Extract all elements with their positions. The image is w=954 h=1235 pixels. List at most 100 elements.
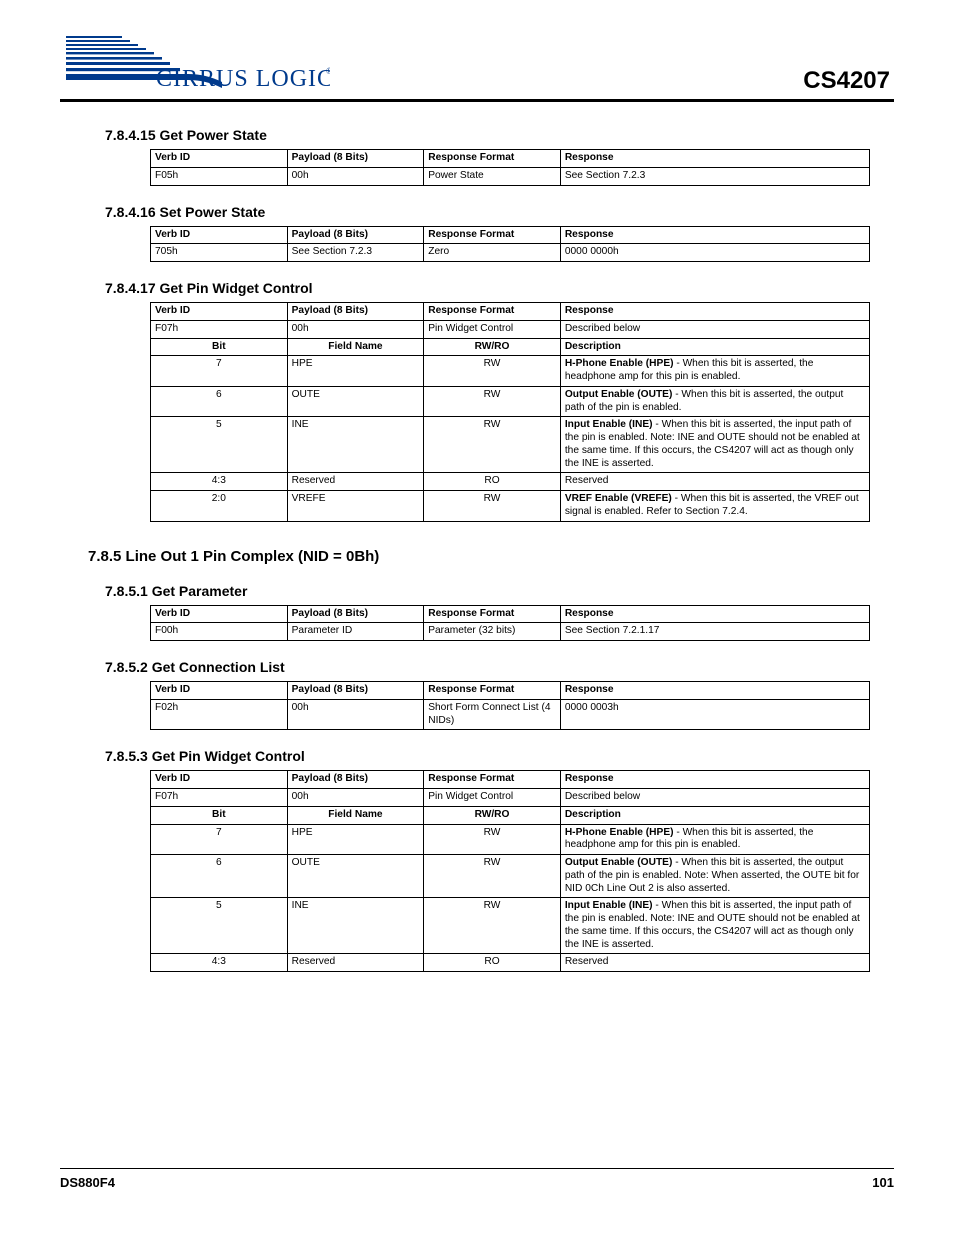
cell: H-Phone Enable (HPE) - When this bit is … [560,356,869,387]
cell: H-Phone Enable (HPE) - When this bit is … [560,824,869,855]
cell: Output Enable (OUTE) - When this bit is … [560,386,869,417]
cell: Pin Widget Control [424,789,561,807]
doc-number: DS880F4 [60,1175,115,1190]
col: Payload (8 Bits) [287,303,424,321]
col: Verb ID [151,682,288,700]
cell: 6 [151,386,288,417]
col: Bit [151,338,288,356]
col: Payload (8 Bits) [287,150,424,168]
table-pin-widget-b-head: Verb ID Payload (8 Bits) Response Format… [150,770,870,972]
cell: 7 [151,356,288,387]
col: Response [560,771,869,789]
cell: Zero [424,244,561,262]
cell: RW [424,417,561,473]
heading-node-b: 7.8.5 Line Out 1 Pin Complex (NID = 0Bh) [60,548,894,565]
col: Response Format [424,150,561,168]
cell: Input Enable (INE) - When this bit is as… [560,417,869,473]
table-row: 4:3ReservedROReserved [151,473,870,491]
col: Payload (8 Bits) [287,682,424,700]
col: Payload (8 Bits) [287,771,424,789]
table-row: 2:0VREFERWVREF Enable (VREFE) - When thi… [151,491,870,522]
cell: Described below [560,789,869,807]
table-set-power-state: Verb ID Payload (8 Bits) Response Format… [150,226,870,263]
table-row: 6OUTERWOutput Enable (OUTE) - When this … [151,855,870,898]
col: Response [560,150,869,168]
cell: RW [424,356,561,387]
table-row: 7HPERWH-Phone Enable (HPE) - When this b… [151,356,870,387]
table-row: 5INERWInput Enable (INE) - When this bit… [151,898,870,954]
table-row: F05h 00h Power State See Section 7.2.3 [151,167,870,185]
col: RW/RO [424,338,561,356]
col: Verb ID [151,226,288,244]
cell: RW [424,898,561,954]
cell: RW [424,824,561,855]
cell: HPE [287,356,424,387]
chip-number: CS4207 [803,67,894,95]
col: RW/RO [424,806,561,824]
col: Response [560,303,869,321]
table-row: 7HPERWH-Phone Enable (HPE) - When this b… [151,824,870,855]
cell: HPE [287,824,424,855]
col: Response [560,682,869,700]
cell: RO [424,473,561,491]
col: Payload (8 Bits) [287,226,424,244]
cell: Input Enable (INE) - When this bit is as… [560,898,869,954]
table-row: 705h See Section 7.2.3 Zero 0000 0000h [151,244,870,262]
cell: Output Enable (OUTE) - When this bit is … [560,855,869,898]
svg-text:CIRRUS LOGIC: CIRRUS LOGIC [156,66,330,92]
col: Bit [151,806,288,824]
cell: Parameter ID [287,623,424,641]
col: Response Format [424,226,561,244]
col: Response Format [424,771,561,789]
table-row: F02h 00h Short Form Connect List (4 NIDs… [151,699,870,730]
cell: Reserved [287,954,424,972]
cell: F05h [151,167,288,185]
table-get-parameter: Verb ID Payload (8 Bits) Response Format… [150,605,870,642]
cell: INE [287,417,424,473]
col: Response [560,226,869,244]
col: Description [560,338,869,356]
table-row: F00h Parameter ID Parameter (32 bits) Se… [151,623,870,641]
col: Verb ID [151,605,288,623]
col: Field Name [287,806,424,824]
col: Response Format [424,303,561,321]
cell: Reserved [560,473,869,491]
cell: F07h [151,789,288,807]
heading-get-parameter: 7.8.5.1 Get Parameter [60,583,894,599]
cell: Reserved [560,954,869,972]
col: Verb ID [151,303,288,321]
col: Verb ID [151,150,288,168]
table-row: 6OUTERWOutput Enable (OUTE) - When this … [151,386,870,417]
cell: F00h [151,623,288,641]
cell: Parameter (32 bits) [424,623,561,641]
cell: RW [424,855,561,898]
cell: Reserved [287,473,424,491]
cell: See Section 7.2.3 [560,167,869,185]
cell: 00h [287,699,424,730]
cell: VREF Enable (VREFE) - When this bit is a… [560,491,869,522]
cell: F02h [151,699,288,730]
table-get-connection-list: Verb ID Payload (8 Bits) Response Format… [150,681,870,730]
heading-get-connection-list: 7.8.5.2 Get Connection List [60,659,894,675]
col: Payload (8 Bits) [287,605,424,623]
cell: 00h [287,789,424,807]
cell: 4:3 [151,954,288,972]
cell: Pin Widget Control [424,320,561,338]
cell: 7 [151,824,288,855]
cell: 00h [287,167,424,185]
cell: Power State [424,167,561,185]
col: Description [560,806,869,824]
page-header: CIRRUS LOGIC ® CS4207 [60,30,894,102]
page-footer: DS880F4 101 [60,1168,894,1190]
heading-set-power-state: 7.8.4.16 Set Power State [60,204,894,220]
table-get-power-state: Verb ID Payload (8 Bits) Response Format… [150,149,870,186]
cell: RW [424,386,561,417]
cell: OUTE [287,386,424,417]
page-number: 101 [872,1175,894,1190]
cell: 0000 0003h [560,699,869,730]
heading-get-pin-widget-b: 7.8.5.3 Get Pin Widget Control [60,748,894,764]
cell: RO [424,954,561,972]
cell: See Section 7.2.1.17 [560,623,869,641]
table-pin-widget-a-head: Verb ID Payload (8 Bits) Response Format… [150,302,870,522]
col: Verb ID [151,771,288,789]
